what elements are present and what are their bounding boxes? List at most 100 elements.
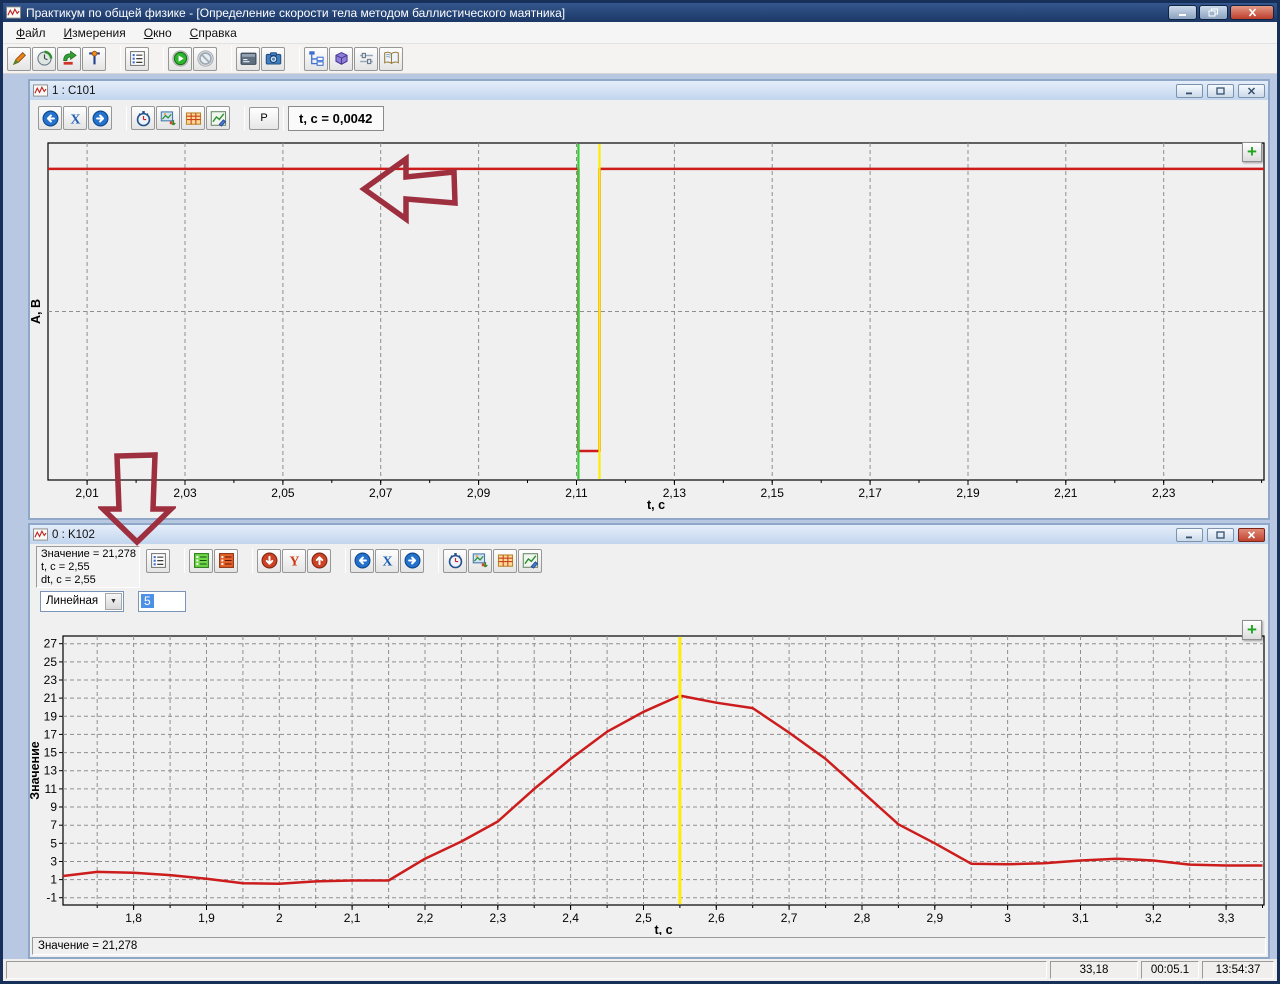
minimize-button[interactable] [1168, 5, 1197, 20]
nav-left-button[interactable] [350, 549, 374, 573]
dt-value-box: t, c = 0,0042 [288, 106, 384, 131]
toolbar-separator [244, 106, 245, 131]
k102-minimize-button[interactable] [1176, 528, 1203, 542]
export-image-icon [472, 552, 489, 569]
c101-close-button[interactable] [1238, 84, 1265, 98]
export-image-button[interactable] [156, 106, 180, 130]
console-window-button[interactable] [236, 47, 260, 71]
menu-item-2[interactable]: Окно [135, 23, 181, 43]
stopwatch-button[interactable] [443, 549, 467, 573]
c101-maximize-button[interactable] [1207, 84, 1234, 98]
scale-down-button[interactable] [257, 549, 281, 573]
svg-text:15: 15 [44, 746, 58, 760]
list-green-button[interactable] [189, 549, 213, 573]
draw-tool-button[interactable] [7, 47, 31, 71]
points-input-value: 5 [141, 594, 154, 608]
zoom-in-button[interactable]: + [1242, 620, 1262, 640]
minimize-icon [1176, 8, 1189, 17]
svg-text:17: 17 [44, 727, 58, 741]
svg-text:А, В: А, В [30, 299, 43, 324]
c101-titlebar[interactable]: 1 : C101 [30, 81, 1268, 100]
data-table-button[interactable] [181, 106, 205, 130]
toolbar-group: X [350, 549, 424, 573]
svg-text:2,23: 2,23 [1152, 486, 1176, 500]
options-sliders-button[interactable] [354, 47, 378, 71]
status-cell-2: 00:05.1 [1141, 961, 1199, 979]
y-axis-button[interactable]: Y [282, 549, 306, 573]
svg-text:2: 2 [276, 911, 283, 925]
svg-text:3: 3 [1004, 911, 1011, 925]
svg-text:3,3: 3,3 [1218, 911, 1235, 925]
settings-list-button[interactable] [146, 549, 170, 573]
toolbar-group [168, 47, 217, 71]
export-image-button[interactable] [468, 549, 492, 573]
points-input[interactable]: 5 [138, 591, 186, 612]
stopwatch-icon [135, 110, 152, 127]
svg-text:9: 9 [50, 800, 57, 814]
svg-text:2,1: 2,1 [344, 911, 361, 925]
chevron-down-icon[interactable]: ▼ [105, 593, 122, 610]
menu-item-1[interactable]: Измерения [55, 23, 135, 43]
help-book-button[interactable] [379, 47, 403, 71]
scale-type-select[interactable]: Линейная ▼ [40, 591, 124, 612]
svg-text:2,13: 2,13 [663, 486, 687, 500]
svg-text:2,9: 2,9 [926, 911, 943, 925]
edit-chart-button[interactable] [206, 106, 230, 130]
nav-right-button[interactable] [400, 549, 424, 573]
pause-button[interactable]: P [249, 107, 279, 130]
app-chart-icon [6, 6, 21, 19]
close-button[interactable] [1230, 5, 1274, 20]
svg-text:27: 27 [44, 637, 58, 651]
toolbar-group [304, 47, 403, 71]
world-clock-button[interactable] [32, 47, 56, 71]
start-measure-button[interactable] [168, 47, 192, 71]
svg-text:2,07: 2,07 [369, 486, 393, 500]
restore-button[interactable] [1199, 5, 1228, 20]
menu-item-3[interactable]: Справка [181, 23, 246, 43]
svg-text:5: 5 [50, 836, 57, 850]
child-window-k102: 0 : K102 Значение = 21,278 t, c = 2,55 d… [28, 523, 1270, 959]
device-package-button[interactable] [329, 47, 353, 71]
edit-chart-icon [522, 552, 539, 569]
svg-text:t, c: t, c [647, 498, 665, 512]
data-table-button[interactable] [493, 549, 517, 573]
k102-close-button[interactable] [1238, 528, 1265, 542]
scale-up-button[interactable] [307, 549, 331, 573]
svg-text:2,17: 2,17 [858, 486, 882, 500]
stop-measure-button[interactable] [193, 47, 217, 71]
text-marker-button[interactable] [82, 47, 106, 71]
sensors-tree-button[interactable] [304, 47, 328, 71]
list-orange-button[interactable] [214, 549, 238, 573]
k102-info-toolbar-row: Значение = 21,278 t, c = 2,55 dt, c = 2,… [30, 544, 1268, 588]
c101-chart[interactable]: 2,012,032,052,072,092,112,132,152,172,19… [30, 136, 1268, 518]
scale-up-icon [311, 552, 328, 569]
c101-chart-icon [33, 84, 48, 97]
settings-list-button[interactable] [125, 47, 149, 71]
k102-chart-icon [33, 528, 48, 541]
edit-chart-button[interactable] [518, 549, 542, 573]
list-green-icon [193, 552, 210, 569]
stopwatch-button[interactable] [131, 106, 155, 130]
k102-chart[interactable]: 1,81,922,12,22,32,42,52,62,72,82,933,13,… [30, 614, 1268, 935]
clear-x-button[interactable]: X [63, 106, 87, 130]
toolbar-group [125, 47, 149, 71]
scale-type-value: Линейная [46, 595, 98, 607]
window-titlebar[interactable]: Практикум по общей физике - [Определение… [3, 3, 1277, 22]
undo-arrow-button[interactable] [57, 47, 81, 71]
toolbar-separator [345, 548, 346, 573]
help-book-icon [383, 50, 400, 67]
application-window: Практикум по общей физике - [Определение… [0, 0, 1280, 984]
clear-x-button[interactable]: X [375, 549, 399, 573]
c101-minimize-button[interactable] [1176, 84, 1203, 98]
zoom-in-button[interactable]: + [1242, 142, 1262, 162]
minimize-icon [1184, 531, 1195, 539]
status-cell-3: 13:54:37 [1202, 961, 1274, 979]
camera-button[interactable] [261, 47, 285, 71]
k102-titlebar[interactable]: 0 : K102 [30, 525, 1268, 544]
nav-left-button[interactable] [38, 106, 62, 130]
menu-item-0[interactable]: Файл [7, 23, 55, 43]
k102-maximize-button[interactable] [1207, 528, 1234, 542]
nav-right-button[interactable] [88, 106, 112, 130]
close-icon [1246, 8, 1259, 17]
toolbar-group [146, 549, 170, 573]
